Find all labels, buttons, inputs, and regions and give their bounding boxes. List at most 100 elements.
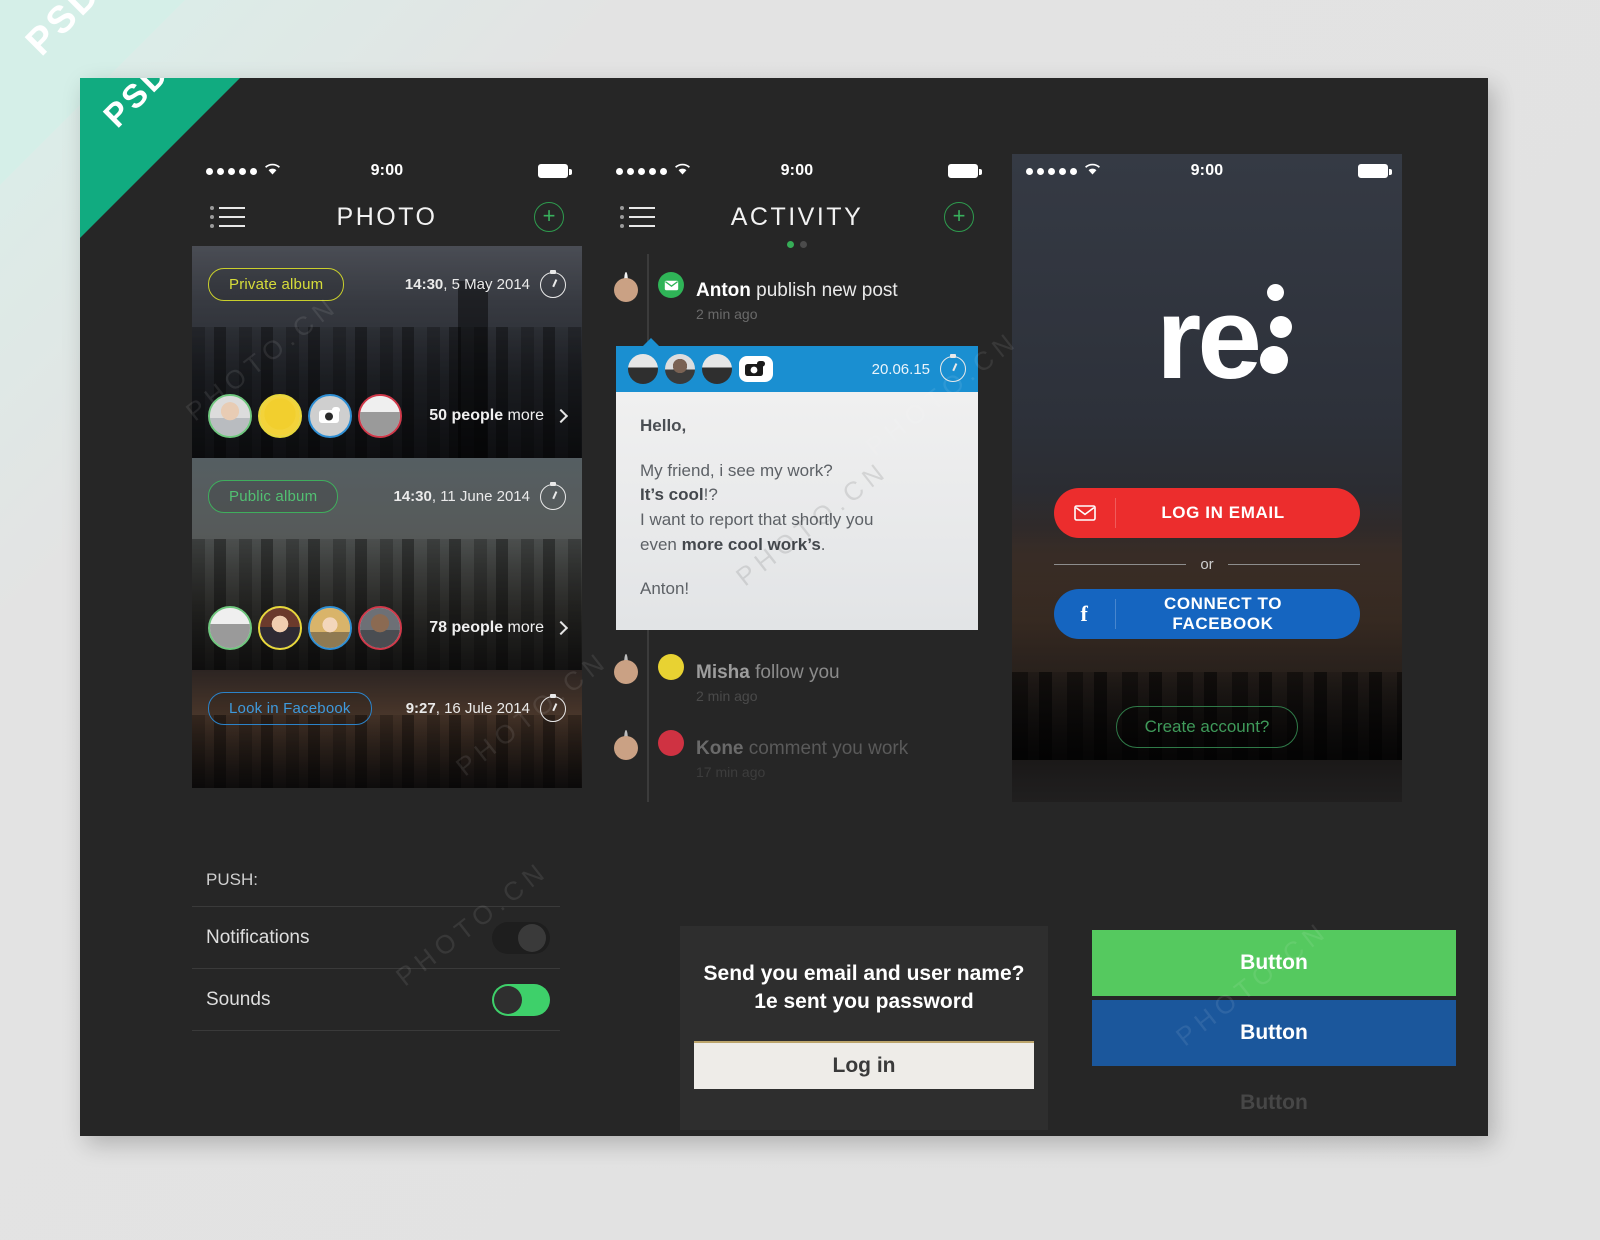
log-in-button[interactable]: Log in <box>694 1040 1034 1089</box>
login-email-button[interactable]: LOG IN EMAIL <box>1054 488 1360 538</box>
avatar-wrap <box>624 729 684 788</box>
dot-badge <box>658 653 684 680</box>
avatar-wrap <box>624 272 684 330</box>
screen-login: 9:00 re LOG IN EMAIL or f CONNECT TO FAC… <box>1012 154 1402 802</box>
status-time: 9:00 <box>780 162 814 179</box>
activity-text: Misha follow you 2 min ago <box>680 656 840 704</box>
message-line-4-pre: even <box>640 534 682 554</box>
list-menu-icon[interactable] <box>620 206 655 228</box>
setting-row-notifications[interactable]: Notifications <box>192 906 560 968</box>
button-green[interactable]: Button <box>1092 930 1456 996</box>
message-card[interactable]: 20.06.15 Hello, My friend, i see my work… <box>616 338 978 630</box>
push-section-label: PUSH: <box>206 870 258 889</box>
activity-feed: Anton publish new post 2 min ago 20.06.1… <box>602 246 992 802</box>
page-ribbon-label: PSD <box>18 0 110 64</box>
photo-card-private[interactable]: Private album 14:30, 5 May 2014 50 peopl… <box>192 246 582 458</box>
camera-avatar-button[interactable] <box>308 394 352 438</box>
card-time: 14:30 <box>404 276 444 293</box>
settings-divider <box>192 1030 560 1032</box>
avatar[interactable] <box>308 606 352 650</box>
button-disabled[interactable]: Button <box>1092 1070 1456 1136</box>
logo-mark: re <box>1156 280 1292 396</box>
avatar[interactable] <box>628 354 658 384</box>
avatar <box>624 272 628 293</box>
activity-time: 2 min ago <box>696 306 758 322</box>
activity-action: publish new post <box>750 280 898 301</box>
avatar[interactable] <box>258 394 302 438</box>
screen-activity: 9:00 ACTIVITY + Anton publish new post 2… <box>602 154 992 802</box>
message-signature: Anton! <box>640 579 690 599</box>
app-logo: re <box>1012 188 1402 488</box>
activity-item[interactable]: Anton publish new post 2 min ago <box>602 264 992 340</box>
people-more-link[interactable]: 78 people more <box>429 619 569 637</box>
avatar-group <box>208 394 408 438</box>
activity-user: Anton <box>696 280 751 301</box>
people-more-label: more <box>503 619 544 636</box>
message-line-3: I want to report that shortly you <box>640 509 874 529</box>
avatar[interactable] <box>358 606 402 650</box>
activity-item[interactable]: Misha follow you 2 min ago <box>602 646 992 722</box>
logo-dot <box>1259 346 1288 374</box>
message-line-2: It’s cool!? <box>640 483 954 508</box>
login-prompt-panel: Send you email and user name? 1e sent yo… <box>680 926 1048 1130</box>
create-account-button[interactable]: Create account? <box>1115 706 1299 748</box>
activity-user: Misha <box>696 661 750 683</box>
album-badge[interactable]: Public album <box>208 480 339 513</box>
avatar[interactable] <box>702 354 732 384</box>
avatar-group <box>208 606 408 650</box>
activity-action: follow you <box>749 661 840 683</box>
card-footer: 78 people more <box>208 606 569 650</box>
notifications-toggle[interactable] <box>492 921 550 954</box>
chevron-right-icon <box>553 408 569 424</box>
card-header: Private album 14:30, 5 May 2014 <box>208 268 566 301</box>
message-card-header: 20.06.15 <box>616 346 978 392</box>
list-menu-icon[interactable] <box>210 206 245 228</box>
people-count: 50 people <box>429 407 504 424</box>
people-more-link[interactable]: 50 people more <box>429 407 569 425</box>
message-line-4-post: . <box>820 534 826 554</box>
activity-action: comment you work <box>743 737 909 759</box>
avatar[interactable] <box>665 354 695 384</box>
card-date-text: , 5 May 2014 <box>443 276 530 293</box>
three-dots-icon <box>1266 284 1284 301</box>
login-email-label: LOG IN EMAIL <box>1161 503 1285 522</box>
avatar[interactable] <box>208 394 252 438</box>
people-more-label: more <box>503 407 544 424</box>
setting-label: Sounds <box>206 988 271 1010</box>
battery-full-icon <box>538 164 572 178</box>
status-time: 9:00 <box>370 162 404 179</box>
dot-badge <box>658 729 684 756</box>
card-timestamp: 14:30, 5 May 2014 <box>404 271 566 298</box>
plus-circle-icon[interactable]: + <box>944 202 974 232</box>
avatar[interactable] <box>258 606 302 650</box>
page-title: ACTIVITY <box>730 202 864 231</box>
stopwatch-icon <box>940 356 966 382</box>
stopwatch-icon <box>540 695 566 722</box>
avatar[interactable] <box>358 394 402 438</box>
sounds-toggle[interactable] <box>492 983 550 1016</box>
button-blue[interactable]: Button <box>1092 1000 1456 1066</box>
avatar[interactable] <box>208 606 252 650</box>
setting-row-sounds[interactable]: Sounds <box>192 968 560 1030</box>
login-prompt-line-2: 1e sent you password <box>754 990 974 1014</box>
avatar-wrap <box>624 653 684 712</box>
photo-card-public[interactable]: Public album 14:30, 11 June 2014 78 peop… <box>192 458 582 670</box>
activity-title: Misha follow you <box>696 662 840 683</box>
login-buttons: LOG IN EMAIL or f CONNECT TO FACEBOOK <box>1012 488 1402 639</box>
camera-icon[interactable] <box>739 356 773 382</box>
divider-line <box>1227 564 1360 565</box>
activity-item[interactable]: Kone comment you work 17 min ago <box>602 722 992 798</box>
card-footer: 50 people more <box>208 394 569 438</box>
stopwatch-icon <box>540 483 566 510</box>
card-timestamp: 9:27, 16 Jule 2014 <box>406 695 566 722</box>
connect-facebook-label: CONNECT TO FACEBOOK <box>1163 594 1283 633</box>
photo-card-facebook[interactable]: Look in Facebook 9:27, 16 Jule 2014 <box>192 670 582 788</box>
album-badge[interactable]: Look in Facebook <box>208 692 372 725</box>
card-header: Look in Facebook 9:27, 16 Jule 2014 <box>208 692 566 725</box>
connect-facebook-button[interactable]: f CONNECT TO FACEBOOK <box>1054 589 1360 639</box>
chevron-right-icon <box>553 620 569 636</box>
login-status-bar: 9:00 <box>1012 154 1402 188</box>
card-time: 14:30 <box>393 488 432 505</box>
album-badge[interactable]: Private album <box>208 268 345 301</box>
plus-circle-icon[interactable]: + <box>534 202 564 232</box>
